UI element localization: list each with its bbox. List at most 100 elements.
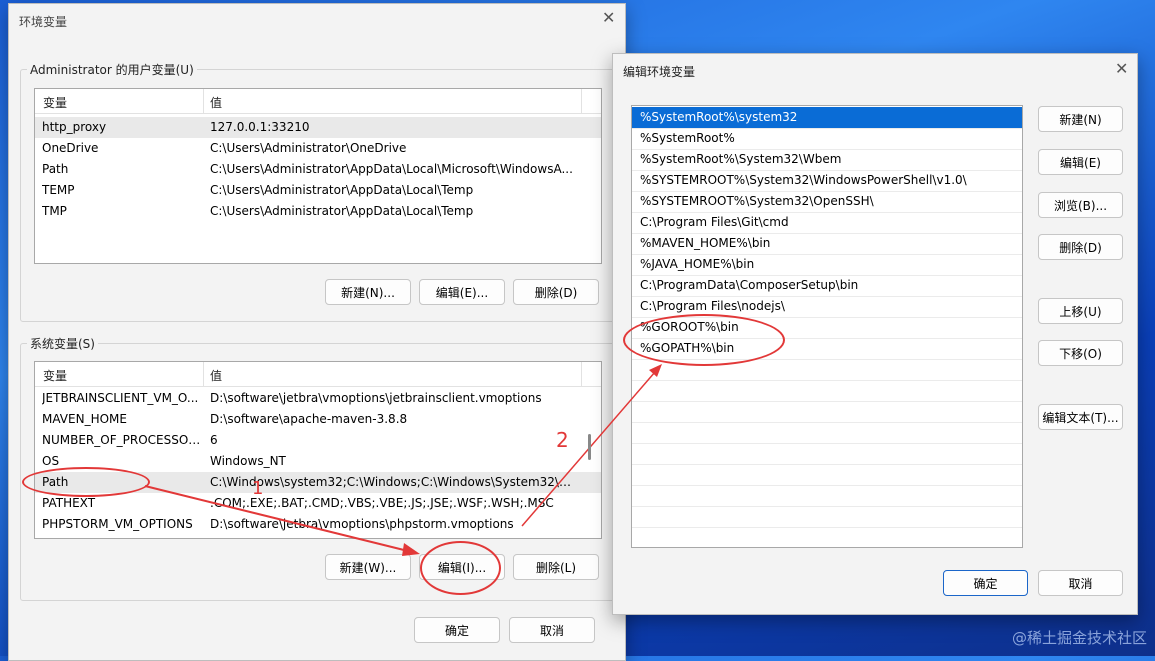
close-icon[interactable]: ✕ <box>1115 59 1128 78</box>
list-item[interactable]: %SYSTEMROOT%\System32\WindowsPowerShell\… <box>632 170 1022 192</box>
title-bar: 环境变量 ✕ <box>9 4 625 34</box>
empty-row[interactable] <box>632 422 1022 444</box>
window-title: 编辑环境变量 <box>623 65 696 79</box>
empty-row[interactable] <box>632 506 1022 528</box>
var-value: C:\Users\Administrator\AppData\Local\Tem… <box>210 204 474 218</box>
header-value[interactable]: 值 <box>210 367 222 384</box>
var-name: Path <box>42 162 69 176</box>
list-item[interactable]: %SystemRoot%\System32\Wbem <box>632 149 1022 171</box>
list-item[interactable]: C:\Program Files\Git\cmd <box>632 212 1022 234</box>
var-name: PHPSTORM_VM_OPTIONS <box>42 517 193 531</box>
system-delete-button[interactable]: 删除(L) <box>513 554 599 580</box>
empty-row[interactable] <box>632 485 1022 507</box>
list-item[interactable]: %SystemRoot%\system32 <box>632 107 1022 129</box>
var-value: .COM;.EXE;.BAT;.CMD;.VBS;.VBE;.JS;.JSE;.… <box>210 496 554 510</box>
highlight-go-entries <box>623 314 785 366</box>
ok-button[interactable]: 确定 <box>414 617 500 643</box>
empty-row[interactable] <box>632 443 1022 465</box>
path-entry: %SystemRoot%\system32 <box>640 110 798 124</box>
path-entry: C:\Program Files\Git\cmd <box>640 215 789 229</box>
header-separator <box>581 362 582 386</box>
var-value: D:\software\jetbra\vmoptions\jetbrainscl… <box>210 391 542 405</box>
var-value: C:\Users\Administrator\OneDrive <box>210 141 407 155</box>
title-bar: 编辑环境变量 ✕ <box>613 54 1137 84</box>
var-value: D:\software\apache-maven-3.8.8 <box>210 412 408 426</box>
list-item[interactable]: %MAVEN_HOME%\bin <box>632 233 1022 255</box>
header-separator <box>203 89 204 113</box>
var-value: 127.0.0.1:33210 <box>210 120 310 134</box>
var-name: TMP <box>42 204 67 218</box>
move-up-button[interactable]: 上移(U) <box>1038 298 1123 324</box>
empty-row[interactable] <box>632 401 1022 423</box>
scroll-indicator <box>588 434 591 460</box>
window-title: 环境变量 <box>19 15 68 29</box>
step-1-label: 1 <box>252 478 264 499</box>
var-name: JETBRAINSCLIENT_VM_O... <box>42 391 199 405</box>
path-entry: %SystemRoot% <box>640 131 735 145</box>
browse-button[interactable]: 浏览(B)... <box>1038 192 1123 218</box>
header-value[interactable]: 值 <box>210 94 222 111</box>
path-entry: %SystemRoot%\System32\Wbem <box>640 152 842 166</box>
highlight-path-row <box>22 467 150 497</box>
header-variable[interactable]: 变量 <box>43 367 67 384</box>
var-name: OS <box>42 454 60 468</box>
user-new-button[interactable]: 新建(N)... <box>325 279 411 305</box>
table-row[interactable]: JETBRAINSCLIENT_VM_O... D:\software\jetb… <box>35 388 601 409</box>
var-name: MAVEN_HOME <box>42 412 127 426</box>
user-vars-list[interactable]: 变量 值 http_proxy 127.0.0.1:33210 OneDrive… <box>34 88 602 264</box>
var-value: C:\Windows\system32;C:\Windows;C:\Window… <box>210 475 580 489</box>
path-entry: C:\ProgramData\ComposerSetup\bin <box>640 278 859 292</box>
var-name: TEMP <box>42 183 75 197</box>
header-separator <box>203 362 204 386</box>
user-edit-button[interactable]: 编辑(E)... <box>419 279 505 305</box>
empty-row[interactable] <box>632 464 1022 486</box>
table-row[interactable]: http_proxy 127.0.0.1:33210 <box>35 117 601 138</box>
system-vars-label: 系统变量(S) <box>27 335 98 352</box>
table-row[interactable]: PHPSTORM_VM_OPTIONS D:\software\jetbra\v… <box>35 514 601 535</box>
list-header: 变量 值 <box>35 362 601 387</box>
table-row[interactable]: MAVEN_HOME D:\software\apache-maven-3.8.… <box>35 409 601 430</box>
table-row[interactable]: OneDrive C:\Users\Administrator\OneDrive <box>35 138 601 159</box>
move-down-button[interactable]: 下移(O) <box>1038 340 1123 366</box>
empty-row[interactable] <box>632 380 1022 402</box>
table-row[interactable]: TEMP C:\Users\Administrator\AppData\Loca… <box>35 180 601 201</box>
system-vars-list[interactable]: 变量 值 JETBRAINSCLIENT_VM_O... D:\software… <box>34 361 602 539</box>
var-name: http_proxy <box>42 120 107 134</box>
user-delete-button[interactable]: 删除(D) <box>513 279 599 305</box>
table-row[interactable]: Path C:\Users\Administrator\AppData\Loca… <box>35 159 601 180</box>
var-name: OneDrive <box>42 141 99 155</box>
table-row[interactable]: PATHEXT .COM;.EXE;.BAT;.CMD;.VBS;.VBE;.J… <box>35 493 601 514</box>
list-item[interactable]: C:\ProgramData\ComposerSetup\bin <box>632 275 1022 297</box>
table-row[interactable]: NUMBER_OF_PROCESSORS 6 <box>35 430 601 451</box>
cancel-button[interactable]: 取消 <box>509 617 595 643</box>
var-name: NUMBER_OF_PROCESSORS <box>42 433 202 447</box>
var-name: PATHEXT <box>42 496 96 510</box>
list-item[interactable]: %SYSTEMROOT%\System32\OpenSSH\ <box>632 191 1022 213</box>
table-row[interactable]: TMP C:\Users\Administrator\AppData\Local… <box>35 201 601 222</box>
path-entry: %SYSTEMROOT%\System32\WindowsPowerShell\… <box>640 173 967 187</box>
ok-button[interactable]: 确定 <box>943 570 1028 596</box>
var-value: C:\Users\Administrator\AppData\Local\Mic… <box>210 162 573 176</box>
var-value: D:\software\jetbra\vmoptions\phpstorm.vm… <box>210 517 514 531</box>
list-header: 变量 值 <box>35 89 601 114</box>
delete-entry-button[interactable]: 删除(D) <box>1038 234 1123 260</box>
env-vars-window: 环境变量 ✕ Administrator 的用户变量(U) 变量 值 http_… <box>8 3 626 661</box>
cancel-button[interactable]: 取消 <box>1038 570 1123 596</box>
path-entry: %JAVA_HOME%\bin <box>640 257 755 271</box>
user-vars-label: Administrator 的用户变量(U) <box>27 61 197 78</box>
var-value: C:\Users\Administrator\AppData\Local\Tem… <box>210 183 474 197</box>
path-entry: C:\Program Files\nodejs\ <box>640 299 785 313</box>
edit-text-button[interactable]: 编辑文本(T)... <box>1038 404 1123 430</box>
list-item[interactable]: %JAVA_HOME%\bin <box>632 254 1022 276</box>
watermark: @稀土掘金技术社区 <box>1011 629 1147 647</box>
path-entry: %SYSTEMROOT%\System32\OpenSSH\ <box>640 194 874 208</box>
header-variable[interactable]: 变量 <box>43 94 67 111</box>
system-new-button[interactable]: 新建(W)... <box>325 554 411 580</box>
path-entry: %MAVEN_HOME%\bin <box>640 236 771 250</box>
close-icon[interactable]: ✕ <box>602 8 615 27</box>
list-item[interactable]: %SystemRoot% <box>632 128 1022 150</box>
highlight-edit-button <box>420 541 501 595</box>
step-2-label: 2 <box>556 428 569 452</box>
edit-entry-button[interactable]: 编辑(E) <box>1038 149 1123 175</box>
new-entry-button[interactable]: 新建(N) <box>1038 106 1123 132</box>
